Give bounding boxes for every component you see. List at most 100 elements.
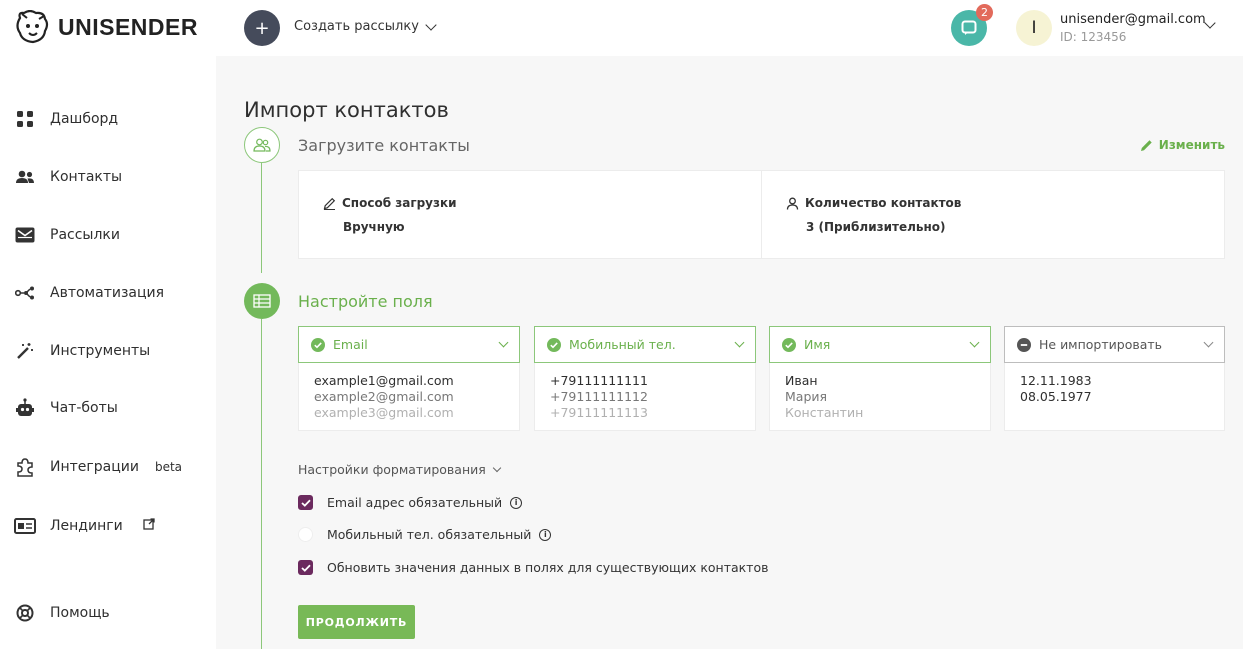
step-connector-line xyxy=(261,319,262,649)
beta-badge: beta xyxy=(154,460,183,474)
upload-method-label-text: Способ загрузки xyxy=(342,196,457,210)
format-settings-toggle[interactable]: Настройки форматирования xyxy=(298,462,502,477)
sidebar-item-help[interactable]: Помощь xyxy=(14,602,110,624)
step2-title: Настройте поля xyxy=(298,292,433,311)
chevron-down-icon xyxy=(1203,337,1214,348)
step2-indicator xyxy=(244,283,280,319)
contact-count-value: 3 (Приблизительно) xyxy=(806,220,946,234)
preview-value: Иван xyxy=(785,373,818,388)
account-menu-chevron-icon[interactable] xyxy=(1204,17,1216,29)
magic-wand-icon xyxy=(14,340,36,362)
top-header: UNISENDER + Создать рассылку 2 I unisend… xyxy=(0,0,1243,56)
minus-circle-icon xyxy=(1017,337,1031,352)
external-link-icon xyxy=(143,518,155,534)
option-label: Обновить значения данных в полях для сущ… xyxy=(327,560,769,575)
field-select-label: Мобильный тел. xyxy=(569,337,676,352)
mail-icon xyxy=(14,224,36,246)
check-icon xyxy=(300,499,311,507)
option-label: Email адрес обязательный xyxy=(327,495,503,510)
preview-value: example1@gmail.com xyxy=(314,373,454,388)
field-select-name[interactable]: Имя xyxy=(769,326,991,363)
preview-value: example2@gmail.com xyxy=(314,389,454,404)
field-select-mobile[interactable]: Мобильный тел. xyxy=(534,326,756,363)
sidebar-item-label: Помощь xyxy=(50,605,110,621)
chat-icon xyxy=(961,20,977,35)
preview-value: 12.11.1983 xyxy=(1020,373,1092,388)
option-update-existing: Обновить значения данных в полях для сущ… xyxy=(298,560,768,575)
create-campaign-label: Создать рассылку xyxy=(294,19,419,34)
chevron-down-icon xyxy=(734,337,745,348)
sidebar-item-label: Контакты xyxy=(50,169,123,185)
sidebar-item-tools[interactable]: Инструменты xyxy=(14,340,150,362)
pencil-icon xyxy=(1140,139,1152,151)
chevron-down-icon xyxy=(425,18,437,31)
table-icon xyxy=(253,294,271,308)
contact-count-label-text: Количество контактов xyxy=(805,196,962,210)
user-id: ID: 123456 xyxy=(1060,30,1127,44)
field-column-email: Email example1@gmail.com example2@gmail.… xyxy=(298,326,520,431)
brand-logo[interactable]: UNISENDER xyxy=(14,10,198,44)
field-select-label: Не импортировать xyxy=(1039,337,1163,352)
sidebar-item-chatbots[interactable]: Чат-боты xyxy=(14,397,118,419)
robot-icon xyxy=(14,397,36,419)
sidebar-item-integrations[interactable]: Интеграции beta xyxy=(14,456,182,478)
contacts-icon xyxy=(14,166,36,188)
avatar[interactable]: I xyxy=(1016,10,1052,46)
check-circle-icon xyxy=(547,337,561,352)
sidebar-item-label: Автоматизация xyxy=(50,285,165,301)
contact-count-label: Количество контактов xyxy=(786,196,961,210)
sidebar-item-label: Дашборд xyxy=(50,111,119,127)
check-circle-icon xyxy=(311,337,325,352)
option-email-required: Email адрес обязательный i xyxy=(298,495,523,510)
field-preview: +79111111111 +79111111112 +79111111113 xyxy=(534,363,756,431)
info-icon[interactable]: i xyxy=(510,496,523,509)
notifications-count-badge: 2 xyxy=(976,4,993,21)
sidebar-item-label: Интеграции xyxy=(50,459,139,475)
upload-method-label: Способ загрузки xyxy=(323,196,457,210)
mobile-required-checkbox[interactable] xyxy=(298,527,313,542)
field-select-skip[interactable]: Не импортировать xyxy=(1004,326,1225,363)
sidebar-item-label: Рассылки xyxy=(50,227,120,243)
continue-button[interactable]: ПРОДОЛЖИТЬ xyxy=(298,605,415,639)
upload-method-value: Вручную xyxy=(343,220,405,234)
edit-label: Изменить xyxy=(1158,138,1225,152)
logo-mascot-icon xyxy=(16,10,49,44)
contact-count-section: Количество контактов 3 (Приблизительно) xyxy=(762,171,1224,258)
edit-step1-link[interactable]: Изменить xyxy=(1140,138,1225,152)
sidebar-item-label: Инструменты xyxy=(50,343,151,359)
chevron-down-icon xyxy=(498,337,509,348)
preview-value: Константин xyxy=(785,405,864,420)
user-email[interactable]: unisender@gmail.com xyxy=(1060,12,1206,27)
sidebar-item-contacts[interactable]: Контакты xyxy=(14,166,122,188)
dashboard-icon xyxy=(14,108,36,130)
field-select-email[interactable]: Email xyxy=(298,326,520,363)
sidebar-item-landings[interactable]: Лендинги xyxy=(14,515,155,537)
automation-icon xyxy=(14,282,36,304)
sidebar-item-dashboard[interactable]: Дашборд xyxy=(14,108,118,130)
sidebar-item-campaigns[interactable]: Рассылки xyxy=(14,224,120,246)
field-select-label: Имя xyxy=(804,337,831,352)
field-column-skip: Не импортировать 12.11.1983 08.05.1977 xyxy=(1004,326,1225,431)
sidebar-item-automation[interactable]: Автоматизация xyxy=(14,282,164,304)
preview-value: 08.05.1977 xyxy=(1020,389,1092,404)
create-campaign-button[interactable]: + xyxy=(244,10,280,46)
option-label: Мобильный тел. обязательный xyxy=(327,527,532,542)
step1-title: Загрузите контакты xyxy=(298,136,470,155)
preview-value: +79111111113 xyxy=(550,405,648,420)
upload-method-section: Способ загрузки Вручную xyxy=(299,171,762,258)
page-title: Импорт контактов xyxy=(244,98,449,122)
brand-name: UNISENDER xyxy=(58,13,198,40)
update-existing-checkbox[interactable] xyxy=(298,560,313,575)
check-icon xyxy=(300,564,311,572)
field-preview: Иван Мария Константин xyxy=(769,363,991,431)
chevron-down-icon xyxy=(492,463,502,473)
email-required-checkbox[interactable] xyxy=(298,495,313,510)
info-icon[interactable]: i xyxy=(539,528,552,541)
field-select-label: Email xyxy=(333,337,368,352)
preview-value: +79111111111 xyxy=(550,373,648,388)
sidebar-item-label: Лендинги xyxy=(50,518,123,534)
create-campaign-dropdown[interactable]: Создать рассылку xyxy=(294,18,437,34)
field-column-name: Имя Иван Мария Константин xyxy=(769,326,991,431)
person-icon xyxy=(786,197,799,210)
option-mobile-required: Мобильный тел. обязательный i xyxy=(298,527,552,542)
